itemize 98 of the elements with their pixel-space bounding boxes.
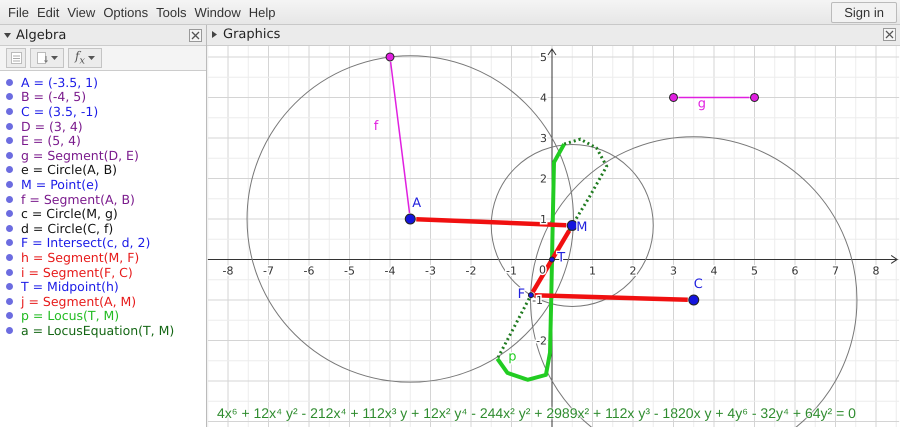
algebra-item[interactable]: d = Circle(C, f)	[21, 220, 114, 236]
algebra-item[interactable]: a = LocusEquation(T, M)	[21, 322, 174, 338]
point-marker[interactable]	[750, 92, 759, 102]
axis-tick-label: -5	[344, 264, 355, 278]
axis-tick-label: 8	[872, 264, 880, 278]
point-marker[interactable]	[688, 294, 700, 306]
algebra-item[interactable]: E = (5, 4)	[21, 133, 81, 148]
point-marker[interactable]	[669, 92, 678, 102]
menu-item[interactable]: Help	[244, 4, 280, 20]
close-button[interactable]	[189, 28, 202, 42]
close-icon	[191, 30, 200, 40]
point-marker[interactable]	[549, 256, 555, 262]
axis-tick-label: 1	[589, 264, 596, 278]
algebra-item[interactable]: f = Segment(A, B)	[21, 192, 135, 207]
collapse-triangle-icon[interactable]	[4, 32, 11, 38]
visibility-dot[interactable]	[6, 152, 13, 159]
caret-icon	[50, 56, 58, 60]
visibility-dot[interactable]	[6, 239, 13, 246]
menu-item[interactable]: View	[63, 4, 100, 20]
input-help-button[interactable]: f$_{x}$	[68, 48, 102, 68]
menu-item[interactable]: Options	[99, 4, 152, 20]
axis-tick-label: 2	[540, 172, 548, 186]
algebra-item[interactable]: e = Circle(A, B)	[21, 162, 118, 178]
point-marker[interactable]	[386, 52, 394, 62]
axis-tick-label: -3	[425, 264, 436, 278]
algebra-item[interactable]: h = Segment(M, F)	[21, 250, 140, 265]
sort-icon	[36, 52, 48, 64]
visibility-dot[interactable]	[6, 312, 13, 320]
locus-curve[interactable]	[496, 143, 566, 382]
sign-in-button[interactable]: Sign in	[831, 2, 897, 22]
axis-tick-label: -7	[263, 264, 274, 278]
algebra-item[interactable]: j = Segment(A, M)	[21, 294, 136, 309]
object-label: M	[576, 220, 588, 236]
algebra-item[interactable]: A = (-3.5, 1)	[21, 74, 98, 90]
axis-tick-label: 3	[540, 132, 548, 145]
point-marker[interactable]	[404, 213, 416, 224]
axis-tick-label: -1	[506, 264, 517, 278]
close-button[interactable]	[883, 28, 896, 42]
segment-line[interactable]	[530, 229, 572, 294]
algebra-item[interactable]: g = Segment(D, E)	[21, 148, 139, 163]
axis-tick-label: -2	[466, 264, 476, 278]
axis-tick-label: -6	[304, 264, 314, 278]
panel-title: Graphics	[223, 27, 280, 42]
axis-tick-label: 4	[710, 264, 718, 278]
visibility-dot[interactable]	[6, 180, 13, 188]
menu-item[interactable]: File	[4, 4, 33, 20]
algebra-item[interactable]: i = Segment(F, C)	[21, 264, 133, 280]
axis-tick-label: 3	[670, 264, 677, 278]
visibility-dot[interactable]	[6, 78, 13, 86]
axis-tick-label: -4	[384, 264, 396, 278]
visibility-dot[interactable]	[6, 283, 13, 290]
axis-tick-label: 7	[832, 264, 839, 278]
visibility-dot[interactable]	[6, 326, 13, 334]
axis-tick-label: 4	[540, 91, 548, 104]
axis-tick-label: 5	[751, 264, 758, 278]
sort-button[interactable]	[30, 48, 64, 68]
visibility-dot[interactable]	[6, 254, 13, 261]
visibility-dot[interactable]	[6, 268, 13, 276]
algebra-item[interactable]: M = Point(e)	[21, 176, 99, 192]
object-label: g	[698, 96, 706, 112]
menu-item[interactable]: Window	[190, 4, 245, 20]
list-icon	[10, 52, 22, 64]
visibility-dot[interactable]	[6, 122, 13, 130]
close-icon	[885, 30, 894, 40]
visibility-dot[interactable]	[6, 137, 13, 144]
axis-tick-label: 6	[792, 264, 798, 278]
algebra-item[interactable]: C = (3.5, -1)	[21, 104, 98, 119]
visibility-dot[interactable]	[6, 93, 13, 100]
panel-title: Algebra	[16, 28, 66, 42]
object-label: C	[694, 276, 703, 292]
visibility-dot[interactable]	[6, 108, 13, 115]
object-label: A	[412, 196, 422, 211]
axis-tick-label: -8	[222, 264, 234, 278]
algebra-item[interactable]: D = (3, 4)	[21, 118, 83, 134]
point-marker[interactable]	[566, 220, 578, 231]
auxiliary-objects-button[interactable]	[6, 48, 26, 68]
object-label: F	[518, 286, 526, 302]
axis-tick-label: -2	[536, 334, 548, 348]
circle-shape[interactable]	[246, 55, 574, 383]
axis-tick-label: 2	[630, 264, 636, 278]
visibility-dot[interactable]	[6, 166, 13, 174]
circle-shape[interactable]	[490, 144, 654, 307]
algebra-item[interactable]: T = Midpoint(h)	[21, 279, 119, 294]
visibility-dot[interactable]	[6, 210, 13, 218]
menu-item[interactable]: Tools	[152, 4, 190, 20]
algebra-item[interactable]: c = Circle(M, g)	[21, 206, 118, 222]
object-label: f	[374, 118, 378, 134]
axis-tick-label: 5	[540, 50, 548, 64]
visibility-dot[interactable]	[6, 196, 13, 203]
point-marker[interactable]	[528, 292, 534, 298]
algebra-item[interactable]: B = (-4, 5)	[21, 89, 86, 104]
expand-triangle-icon[interactable]	[211, 31, 218, 38]
object-label: p	[508, 350, 516, 365]
visibility-dot[interactable]	[6, 224, 13, 232]
visibility-dot[interactable]	[6, 298, 13, 305]
caret-icon	[88, 56, 96, 60]
menu-item[interactable]: Edit	[32, 4, 64, 20]
algebra-item[interactable]: F = Intersect(c, d, 2)	[21, 235, 150, 250]
